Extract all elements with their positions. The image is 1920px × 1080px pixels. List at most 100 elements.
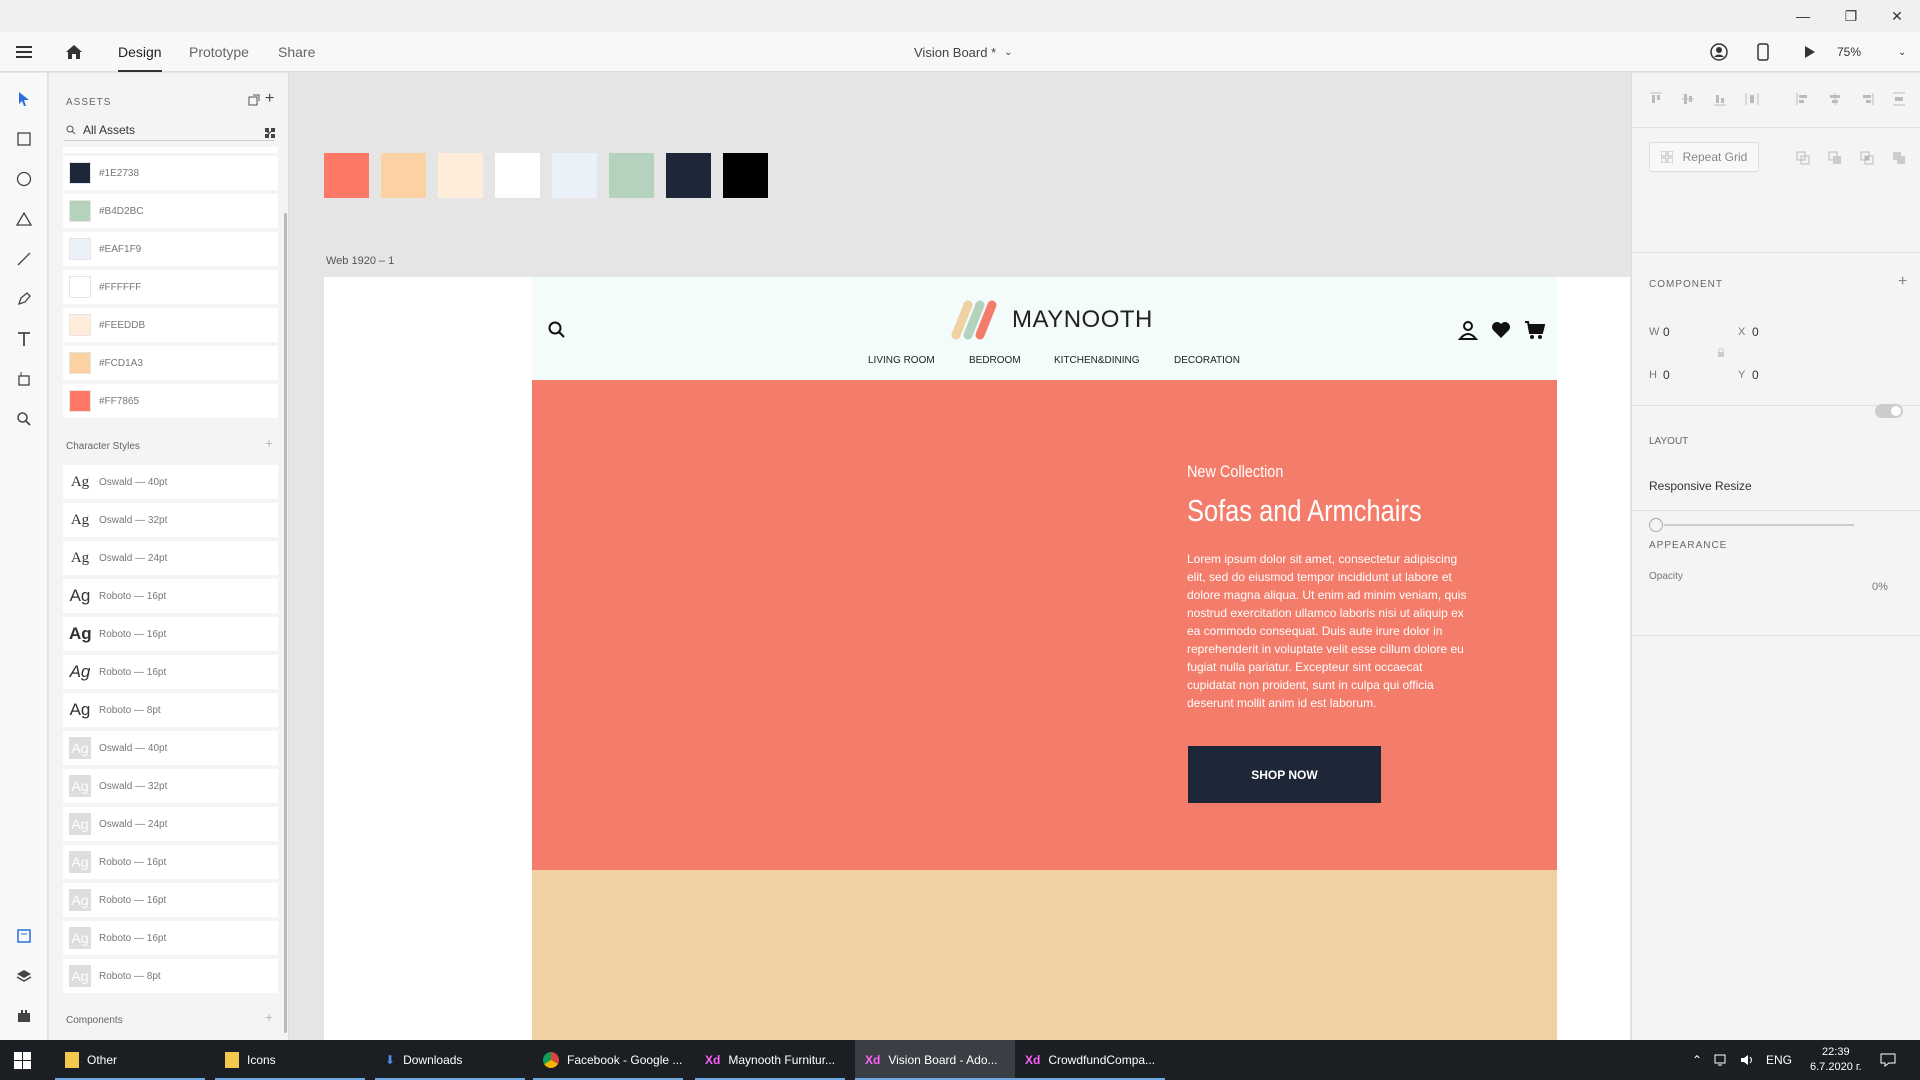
tab-prototype[interactable]: Prototype xyxy=(189,32,249,72)
ellipse-tool-icon[interactable] xyxy=(12,167,36,191)
asset-color-row[interactable]: #EAF1F9 xyxy=(63,232,278,266)
distribute-vertical-icon[interactable] xyxy=(1744,91,1760,107)
rectangle-tool-icon[interactable] xyxy=(12,127,36,151)
plugins-icon[interactable] xyxy=(12,1004,36,1028)
palette-swatch[interactable] xyxy=(438,153,483,198)
zoom-chevron-icon[interactable]: ⌄ xyxy=(1898,32,1906,72)
nav-kitchen-dining[interactable]: KITCHEN&DINING xyxy=(1054,355,1140,366)
character-style-row[interactable]: Ag Oswald — 24pt xyxy=(63,541,278,575)
asset-color-row[interactable]: #FFFFFF xyxy=(63,270,278,304)
taskbar-app[interactable]: Icons xyxy=(215,1040,365,1080)
boolean-add-icon[interactable] xyxy=(1795,150,1811,166)
palette-swatch[interactable] xyxy=(723,153,768,198)
height-input[interactable]: 0 xyxy=(1663,368,1670,382)
opacity-slider-track[interactable] xyxy=(1664,524,1854,526)
character-style-row[interactable]: Ag Roboto — 16pt xyxy=(63,579,278,613)
taskbar-app[interactable]: Xd Vision Board - Ado... xyxy=(855,1040,1015,1080)
artboard-tool-icon[interactable] xyxy=(12,367,36,391)
clock[interactable]: 22:39 6.7.2020 г. xyxy=(1810,1040,1862,1080)
taskbar-app[interactable]: Xd CrowdfundCompa... xyxy=(1015,1040,1165,1080)
boolean-exclude-icon[interactable] xyxy=(1891,150,1907,166)
palette-swatch[interactable] xyxy=(552,153,597,198)
close-button[interactable]: ✕ xyxy=(1874,0,1920,32)
network-icon[interactable] xyxy=(1714,1040,1730,1080)
y-input[interactable]: 0 xyxy=(1752,368,1759,382)
character-style-row[interactable]: Ag Oswald — 40pt xyxy=(63,731,278,765)
restore-button[interactable]: ❐ xyxy=(1828,0,1874,32)
assets-panel-icon[interactable] xyxy=(12,924,36,948)
taskbar-app[interactable]: Xd Maynooth Furnitur... xyxy=(695,1040,845,1080)
play-icon[interactable] xyxy=(1804,32,1816,72)
taskbar-app[interactable]: Facebook - Google ... xyxy=(533,1040,683,1080)
open-library-icon[interactable] xyxy=(248,93,260,111)
opacity-slider-handle[interactable] xyxy=(1649,518,1663,532)
cart-icon[interactable] xyxy=(1524,320,1546,345)
character-style-row[interactable]: Ag Oswald — 32pt xyxy=(63,769,278,803)
home-icon[interactable] xyxy=(65,32,83,72)
assets-scrollbar[interactable] xyxy=(284,213,287,1033)
responsive-resize-toggle[interactable] xyxy=(1875,404,1903,418)
palette-swatch[interactable] xyxy=(381,153,426,198)
user-account-icon[interactable] xyxy=(1710,32,1728,72)
character-style-row[interactable]: Ag Roboto — 8pt xyxy=(63,959,278,993)
align-center-icon[interactable] xyxy=(1827,91,1843,107)
text-tool-icon[interactable] xyxy=(12,327,36,351)
asset-color-row[interactable]: #FF7865 xyxy=(63,384,278,418)
account-icon[interactable] xyxy=(1457,320,1479,345)
palette-swatch[interactable] xyxy=(666,153,711,198)
device-preview-icon[interactable] xyxy=(1757,32,1769,72)
asset-color-row[interactable]: #FCD1A3 xyxy=(63,346,278,380)
add-component-icon[interactable]: + xyxy=(1898,273,1907,291)
palette-swatch[interactable] xyxy=(324,153,369,198)
character-style-row[interactable]: Ag Roboto — 8pt xyxy=(63,693,278,727)
input-language[interactable]: ENG xyxy=(1766,1040,1792,1080)
asset-filter-search[interactable]: All Assets ⌄ xyxy=(64,119,274,141)
zoom-level[interactable]: 75% xyxy=(1837,32,1861,72)
taskbar-app[interactable]: Other xyxy=(55,1040,205,1080)
opacity-value[interactable]: 0% xyxy=(1872,581,1888,593)
volume-icon[interactable] xyxy=(1740,1040,1756,1080)
nav-living-room[interactable]: LIVING ROOM xyxy=(868,355,935,366)
artboard[interactable]: MAYNOOTH LIVING ROOM BEDROOM KITCHEN&DIN… xyxy=(324,277,1630,1040)
align-right-icon[interactable] xyxy=(1859,91,1875,107)
nav-bedroom[interactable]: BEDROOM xyxy=(969,355,1021,366)
align-top-icon[interactable] xyxy=(1648,91,1664,107)
repeat-grid-button[interactable]: Repeat Grid xyxy=(1649,142,1759,172)
hamburger-menu-icon[interactable] xyxy=(16,32,32,72)
palette-swatch[interactable] xyxy=(609,153,654,198)
nav-decoration[interactable]: DECORATION xyxy=(1174,355,1240,366)
search-icon[interactable] xyxy=(548,321,566,344)
grid-view-icon[interactable] xyxy=(265,125,275,143)
brand-logo[interactable]: MAYNOOTH xyxy=(946,299,1153,341)
minimize-button[interactable]: — xyxy=(1780,0,1826,32)
align-left-icon[interactable] xyxy=(1795,91,1811,107)
polygon-tool-icon[interactable] xyxy=(12,207,36,231)
character-style-row[interactable]: Ag Oswald — 24pt xyxy=(63,807,278,841)
tray-chevron-icon[interactable]: ⌃ xyxy=(1692,1040,1702,1080)
width-input[interactable]: 0 xyxy=(1663,325,1670,339)
windows-start-icon[interactable] xyxy=(14,1052,31,1074)
character-style-row[interactable]: Ag Oswald — 32pt xyxy=(63,503,278,537)
tab-share[interactable]: Share xyxy=(278,32,315,72)
notifications-icon[interactable] xyxy=(1880,1040,1896,1080)
add-asset-icon[interactable]: + xyxy=(265,90,274,108)
taskbar-app[interactable]: ⬇ Downloads xyxy=(375,1040,525,1080)
character-style-row[interactable]: Ag Roboto — 16pt xyxy=(63,845,278,879)
tab-design[interactable]: Design xyxy=(118,32,162,72)
palette-swatch[interactable] xyxy=(495,153,540,198)
pen-tool-icon[interactable] xyxy=(12,287,36,311)
boolean-intersect-icon[interactable] xyxy=(1859,150,1875,166)
character-style-row[interactable]: Ag Roboto — 16pt xyxy=(63,883,278,917)
lock-aspect-icon[interactable] xyxy=(1717,348,1725,358)
boolean-subtract-icon[interactable] xyxy=(1827,150,1843,166)
artboard-label[interactable]: Web 1920 – 1 xyxy=(326,255,394,267)
asset-color-row[interactable]: #1E2738 xyxy=(63,156,278,190)
shop-now-button[interactable]: SHOP NOW xyxy=(1188,746,1381,803)
design-canvas[interactable]: Web 1920 – 1 MAYNOOTH LIVING ROOM BEDROO… xyxy=(290,73,1630,1040)
asset-color-row[interactable]: #B4D2BC xyxy=(63,194,278,228)
x-input[interactable]: 0 xyxy=(1752,325,1759,339)
align-middle-icon[interactable] xyxy=(1680,91,1696,107)
add-character-style-icon[interactable]: + xyxy=(265,435,273,451)
line-tool-icon[interactable] xyxy=(12,247,36,271)
asset-color-row[interactable]: #FEEDDB xyxy=(63,308,278,342)
